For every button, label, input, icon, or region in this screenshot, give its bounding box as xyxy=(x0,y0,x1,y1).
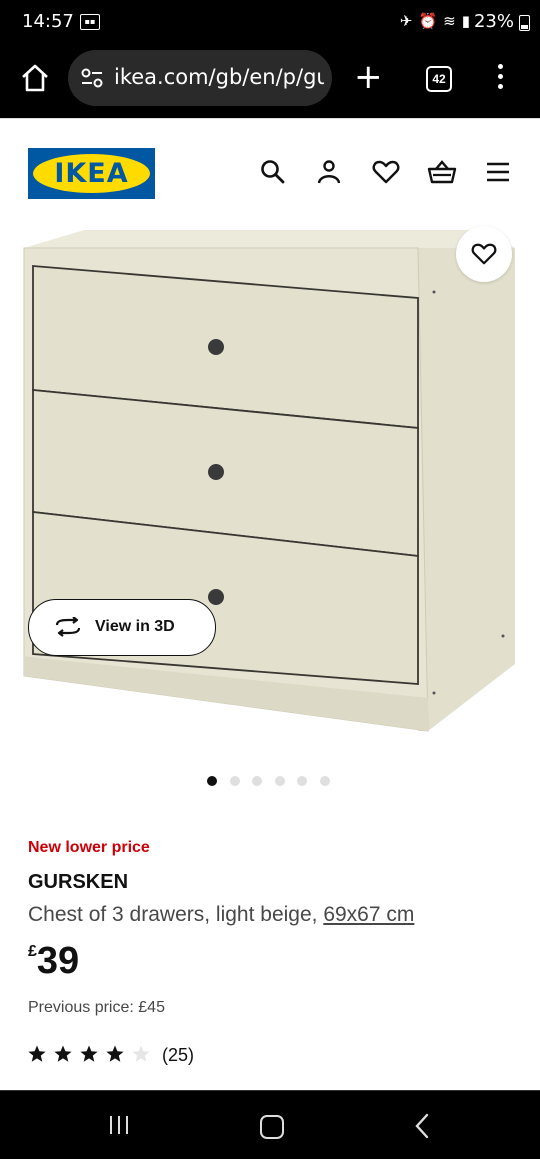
star-icon xyxy=(54,1045,72,1062)
status-time: 14:57 xyxy=(22,11,74,32)
gallery-pagination xyxy=(207,773,342,786)
home-icon[interactable] xyxy=(20,64,50,97)
gallery-dot[interactable] xyxy=(274,776,285,786)
rating-count: (25) xyxy=(162,1045,195,1065)
home-button-icon[interactable] xyxy=(260,1115,284,1139)
product-image[interactable] xyxy=(0,226,540,746)
gallery-dot[interactable] xyxy=(229,776,240,786)
notification-icon: ▪▪ xyxy=(80,14,100,30)
price-badge: New lower price xyxy=(28,839,150,856)
rotate-3d-icon xyxy=(55,617,81,637)
gallery-dot[interactable] xyxy=(319,776,330,786)
account-icon[interactable] xyxy=(316,159,342,190)
tab-count-button[interactable]: 42 xyxy=(426,66,452,92)
gallery-dot[interactable] xyxy=(297,776,307,786)
product-price: £39 xyxy=(28,940,79,983)
site-settings-icon[interactable] xyxy=(80,67,104,94)
system-nav-bar xyxy=(0,1090,540,1159)
product-name: GURSKEN xyxy=(28,871,129,893)
back-icon[interactable] xyxy=(414,1113,430,1144)
view-in-3d-label: View in 3D xyxy=(95,618,175,635)
site-header: IKEA xyxy=(0,118,540,227)
view-in-3d-button[interactable]: View in 3D xyxy=(28,599,216,656)
price-amount: 39 xyxy=(36,940,80,982)
new-tab-icon[interactable]: + xyxy=(354,60,383,94)
gallery-dot[interactable] xyxy=(207,776,217,786)
product-description: Chest of 3 drawers, light beige, 69x67 c… xyxy=(28,903,415,926)
search-icon[interactable] xyxy=(260,159,286,190)
recent-apps-icon[interactable] xyxy=(110,1116,134,1139)
gallery-dot[interactable] xyxy=(252,776,262,786)
save-to-favourites-button[interactable] xyxy=(456,226,512,282)
battery-level: 23% xyxy=(473,11,514,32)
star-icon xyxy=(28,1045,46,1062)
status-icons: ✈⏰≋▮ xyxy=(399,12,476,30)
address-bar[interactable]: ikea.com/gb/en/p/gu xyxy=(68,50,332,106)
heart-icon xyxy=(471,243,497,265)
ikea-logo[interactable]: IKEA xyxy=(28,148,155,199)
star-icon xyxy=(106,1045,124,1062)
battery-icon xyxy=(519,15,530,31)
heart-icon[interactable] xyxy=(372,159,400,190)
previous-price: Previous price: £45 xyxy=(28,999,165,1016)
url-text[interactable]: ikea.com/gb/en/p/gu xyxy=(114,65,324,89)
star-icon xyxy=(80,1045,98,1062)
more-options-icon[interactable] xyxy=(498,64,503,94)
basket-icon[interactable] xyxy=(427,159,457,190)
price-currency: £ xyxy=(28,943,37,960)
star-empty-icon xyxy=(132,1045,150,1062)
product-size-link[interactable]: 69x67 cm xyxy=(323,903,414,926)
status-bar: 14:57 ▪▪ ✈⏰≋▮ 23% xyxy=(0,0,540,46)
menu-icon[interactable] xyxy=(485,159,511,190)
browser-toolbar: ikea.com/gb/en/p/gu + 42 xyxy=(0,46,540,118)
